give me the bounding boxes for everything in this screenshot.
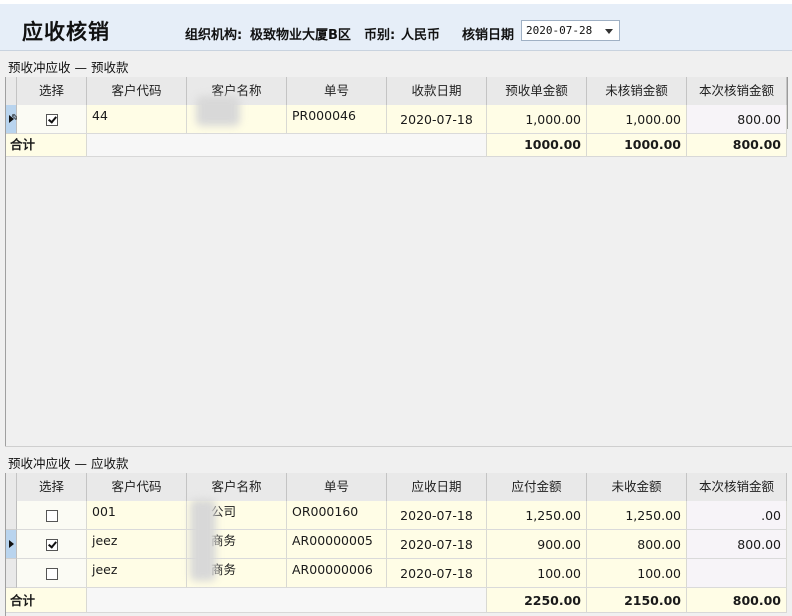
row-indicator[interactable] [6, 501, 17, 530]
date-picker[interactable]: 2020-07-28 [521, 20, 620, 41]
select-cell[interactable] [17, 530, 87, 559]
row-checkbox[interactable] [46, 510, 58, 522]
col-header-doc[interactable]: 单号 [287, 77, 387, 106]
unsettled-amount[interactable]: 1,000.00 [587, 105, 687, 134]
total-amount: 2250.00 [487, 588, 587, 613]
receivable-date[interactable]: 2020-07-18 [387, 530, 487, 559]
unreceived-amount[interactable]: 800.00 [587, 530, 687, 559]
current-settle-amount[interactable]: .00 [687, 501, 787, 530]
col-header-current[interactable]: 本次核销金额 [687, 77, 787, 106]
row-checkbox[interactable] [46, 568, 58, 580]
col-header-remaining[interactable]: 未收金额 [587, 473, 687, 502]
advance-receipt-grid: 选择 客户代码 客户名称 单号 收款日期 预收单金额 未核销金额 本次核销金额 … [5, 77, 792, 446]
total-remaining: 2150.00 [587, 588, 687, 613]
unreceived-amount[interactable]: 100.00 [587, 559, 687, 588]
table-row[interactable]: ✎ 44 PR000046 2020-07-18 1,000.00 1,000.… [6, 105, 792, 134]
total-blank [87, 588, 487, 613]
table-row[interactable]: jeez 商务 AR00000006 2020-07-18 100.00 100… [6, 559, 792, 588]
customer-code[interactable]: jeez [87, 559, 187, 588]
org-label: 组织机构: [185, 24, 242, 43]
customer-code[interactable]: 44 [87, 105, 187, 134]
payable-amount[interactable]: 100.00 [487, 559, 587, 588]
row-indicator-header [6, 77, 17, 106]
row-checkbox[interactable] [46, 114, 58, 126]
currency-value: 人民币 [401, 24, 440, 43]
total-label: 合计 [6, 588, 87, 613]
total-amount: 1000.00 [487, 134, 587, 157]
doc-number[interactable]: PR000046 [287, 105, 387, 134]
doc-number[interactable]: AR00000005 [287, 530, 387, 559]
current-settle-amount[interactable]: 800.00 [687, 530, 787, 559]
date-value: 2020-07-28 [526, 24, 592, 37]
row-indicator-header [6, 473, 17, 502]
col-header-code[interactable]: 客户代码 [87, 77, 187, 106]
current-settle-amount[interactable] [687, 559, 787, 588]
col-header-remaining[interactable]: 未核销金额 [587, 77, 687, 106]
total-row: 合计 1000.00 1000.00 800.00 [6, 134, 792, 157]
table-row[interactable]: jeez 商务 AR00000005 2020-07-18 900.00 800… [6, 530, 792, 559]
total-current: 800.00 [687, 134, 787, 157]
advance-amount[interactable]: 1,000.00 [487, 105, 587, 134]
grid-edge-line [787, 77, 788, 129]
select-cell[interactable] [17, 501, 87, 530]
doc-number[interactable]: AR00000006 [287, 559, 387, 588]
row-checkbox[interactable] [46, 539, 58, 551]
total-current: 800.00 [687, 588, 787, 613]
col-header-name[interactable]: 客户名称 [187, 473, 287, 502]
bottom-section-label: 预收冲应收 — 应收款 [8, 453, 128, 472]
current-row-arrow-icon [9, 540, 14, 548]
redacted-blur [196, 96, 240, 126]
currency-label: 币别: [364, 24, 395, 43]
doc-number[interactable]: OR000160 [287, 501, 387, 530]
chevron-down-icon[interactable] [605, 29, 613, 34]
receivable-grid: 选择 客户代码 客户名称 单号 应收日期 应付金额 未收金额 本次核销金额 00… [5, 473, 792, 616]
total-row: 合计 2250.00 2150.00 800.00 [6, 588, 792, 613]
col-header-date[interactable]: 收款日期 [387, 77, 487, 106]
total-label: 合计 [6, 134, 87, 157]
table-header-row: 选择 客户代码 客户名称 单号 应收日期 应付金额 未收金额 本次核销金额 [6, 473, 792, 502]
col-header-date[interactable]: 应收日期 [387, 473, 487, 502]
col-header-code[interactable]: 客户代码 [87, 473, 187, 502]
customer-code[interactable]: 001 [87, 501, 187, 530]
top-section-label: 预收冲应收 — 预收款 [8, 57, 128, 76]
row-indicator[interactable]: ✎ [6, 105, 17, 134]
redacted-blur [190, 499, 216, 581]
total-remaining: 1000.00 [587, 134, 687, 157]
customer-code[interactable]: jeez [87, 530, 187, 559]
header-bar: 应收核销 组织机构: 极致物业大厦B区 币别: 人民币 核销日期 2020-07… [0, 0, 792, 51]
row-indicator[interactable] [6, 530, 17, 559]
col-header-select[interactable]: 选择 [17, 77, 87, 106]
date-label: 核销日期 [462, 24, 514, 43]
payable-amount[interactable]: 1,250.00 [487, 501, 587, 530]
col-header-select[interactable]: 选择 [17, 473, 87, 502]
col-header-amount[interactable]: 预收单金额 [487, 77, 587, 106]
col-header-doc[interactable]: 单号 [287, 473, 387, 502]
section-divider[interactable] [5, 446, 792, 447]
payable-amount[interactable]: 900.00 [487, 530, 587, 559]
org-value: 极致物业大厦B区 [250, 24, 351, 43]
receivable-date[interactable]: 2020-07-18 [387, 501, 487, 530]
select-cell[interactable] [17, 559, 87, 588]
current-settle-amount[interactable]: 800.00 [687, 105, 787, 134]
receipt-date[interactable]: 2020-07-18 [387, 105, 487, 134]
page-title: 应收核销 [22, 16, 110, 46]
table-header-row: 选择 客户代码 客户名称 单号 收款日期 预收单金额 未核销金额 本次核销金额 [6, 77, 792, 106]
receivable-date[interactable]: 2020-07-18 [387, 559, 487, 588]
unreceived-amount[interactable]: 1,250.00 [587, 501, 687, 530]
row-indicator[interactable] [6, 559, 17, 588]
total-blank [87, 134, 487, 157]
col-header-amount[interactable]: 应付金额 [487, 473, 587, 502]
table-row[interactable]: 001 公司 OR000160 2020-07-18 1,250.00 1,25… [6, 501, 792, 530]
col-header-current[interactable]: 本次核销金额 [687, 473, 787, 502]
select-cell[interactable] [17, 105, 87, 134]
